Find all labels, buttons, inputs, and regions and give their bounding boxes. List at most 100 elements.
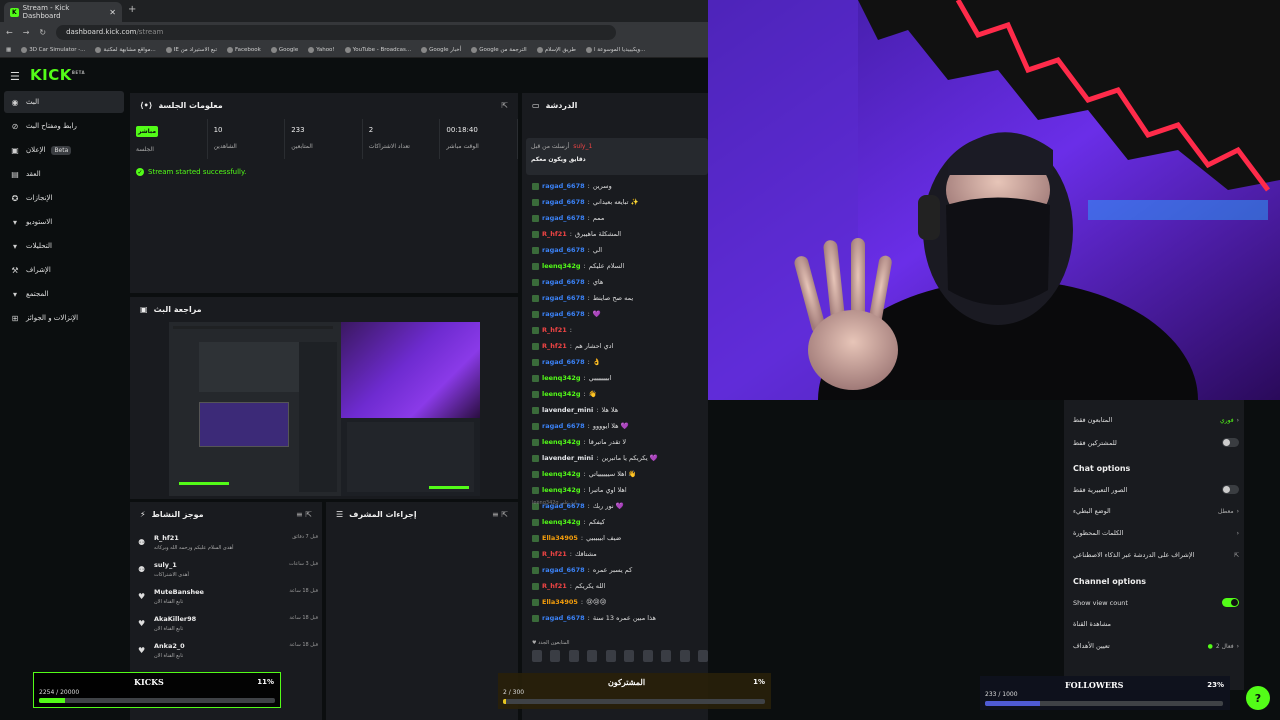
sidebar-item[interactable]: ✪ الإنجازات: [4, 187, 124, 209]
follower-avatar[interactable]: [679, 650, 690, 662]
chat-username[interactable]: lavender_mini: [542, 454, 593, 462]
url-input[interactable]: dashboard.kick.com/stream: [56, 24, 617, 40]
activity-item[interactable]: ♥ MuteBanshee تابع القناة الان قبل 18 ساعة: [138, 588, 318, 605]
moderator-filter-icon[interactable]: ≡ ⇱: [492, 510, 508, 519]
bookmark-item[interactable]: Google أخبار: [421, 46, 461, 53]
forward-icon[interactable]: →: [23, 28, 30, 37]
follower-avatar[interactable]: [605, 650, 616, 662]
follower-avatar[interactable]: [697, 650, 708, 662]
filter-icon[interactable]: ≡ ⇱: [296, 510, 312, 519]
chat-username[interactable]: ragad_6678: [542, 566, 585, 574]
chat-username[interactable]: ragad_6678: [542, 422, 585, 430]
chat-message[interactable]: ragad_6678: وسرين: [532, 182, 612, 190]
bookmark-item[interactable]: طريق الإسلام: [536, 46, 576, 53]
close-tab-icon[interactable]: ✕: [109, 8, 116, 17]
sidebar-item[interactable]: ⊞ الإنزالات و الجوائز: [4, 307, 124, 329]
bookmark-item[interactable]: IE تبع الاستيراد من: [165, 46, 217, 53]
follower-avatar[interactable]: [568, 650, 579, 662]
chat-username[interactable]: leenq342g: [542, 438, 581, 446]
chat-message[interactable]: ragad_6678: الي: [532, 246, 602, 254]
chat-username[interactable]: ragad_6678: [542, 358, 585, 366]
chat-username[interactable]: R_hf21: [542, 230, 567, 238]
chat-message[interactable]: R_hf21:: [532, 326, 575, 334]
follower-avatar[interactable]: [624, 650, 635, 662]
chat-message[interactable]: leenq342g: لا تقدر ماتبرقا: [532, 438, 626, 446]
chat-message[interactable]: lavender_mini: يكريكم يا ماتبرين 💜: [532, 454, 658, 462]
sidebar-item[interactable]: ▤ العقد: [4, 163, 124, 185]
chat-username[interactable]: Ella34905: [542, 598, 578, 606]
stream-preview-video[interactable]: [169, 322, 480, 496]
chat-message[interactable]: ragad_6678: 👌: [532, 358, 601, 366]
chat-message[interactable]: ragad_6678: تبايعه بعيداني ✨: [532, 198, 639, 206]
bookmark-item[interactable]: 3D Car Simulator -...: [21, 46, 85, 53]
chat-message[interactable]: leenq342g: ابيييييييي: [532, 374, 612, 382]
new-tab-icon[interactable]: +: [128, 4, 136, 15]
chat-username[interactable]: ragad_6678: [542, 246, 585, 254]
chat-username[interactable]: ragad_6678: [542, 278, 585, 286]
chat-message[interactable]: ragad_6678: هاي: [532, 278, 603, 286]
chat-message[interactable]: leenq342g: اهلا سيييييياتي 👋: [532, 470, 637, 478]
chat-username[interactable]: leenq342g: [542, 518, 581, 526]
subscribers-only-toggle[interactable]: [1222, 438, 1239, 447]
back-icon[interactable]: ←: [6, 28, 13, 37]
chat-username[interactable]: ragad_6678: [542, 198, 585, 206]
activity-item[interactable]: ♥ AkaKiller98 تابع القناة الان قبل 18 ساعة: [138, 615, 318, 632]
chat-message[interactable]: lavender_mini: هلا هلا: [532, 406, 618, 414]
chat-message[interactable]: R_hf21: ادي احشار هم: [532, 342, 613, 350]
chat-message[interactable]: ragad_6678: ممم: [532, 214, 604, 222]
kick-logo[interactable]: KICKBETA: [30, 66, 85, 84]
show-view-count-toggle[interactable]: [1222, 598, 1239, 607]
goals-option[interactable]: تعيين الأهداف ● فعال 2 ›: [1073, 642, 1239, 650]
chat-message[interactable]: leenq342g: السلام عليكم: [532, 262, 624, 270]
help-chat-icon[interactable]: ?: [1246, 686, 1270, 710]
activity-item[interactable]: ⚉ suly_1 أهدى الاشتراكات قبل 3 ساعات: [138, 561, 318, 578]
follower-avatar[interactable]: [642, 650, 653, 662]
chat-username[interactable]: ragad_6678: [542, 214, 585, 222]
popout-icon[interactable]: ⇱: [501, 101, 508, 110]
follower-avatar[interactable]: [587, 650, 598, 662]
chat-message[interactable]: R_hf21: الله يكريكم: [532, 582, 605, 590]
chat-username[interactable]: leenq342g: [542, 470, 581, 478]
activity-item[interactable]: ⚉ R_hf21 أهدى السلام عليكم ورحمه الله وبرك…: [138, 534, 318, 551]
chat-message[interactable]: ragad_6678: كم يسبر عمره: [532, 566, 632, 574]
chat-username[interactable]: R_hf21: [542, 582, 567, 590]
chat-message[interactable]: R_hf21: مشتاقك: [532, 550, 597, 558]
chat-message[interactable]: Ella34905: ضيف ابيبيبيي: [532, 534, 621, 542]
chat-username[interactable]: ragad_6678: [542, 294, 585, 302]
apps-icon[interactable]: ▦: [6, 47, 11, 53]
sidebar-item[interactable]: ⊘ رابط ومفتاح البث: [4, 115, 124, 137]
chat-message[interactable]: R_hf21: المشكلة ماهيبرق: [532, 230, 621, 238]
activity-item[interactable]: ♥ Anka2_0 تابع القناة الان قبل 18 ساعة: [138, 642, 318, 659]
follower-avatar[interactable]: [661, 650, 672, 662]
ai-moderation-option[interactable]: الإشراف على الدردشة عبر الذكاء الاصطناعي…: [1073, 551, 1239, 559]
chat-message[interactable]: leenq342g: 👋: [532, 390, 597, 398]
emotes-only-toggle[interactable]: [1222, 485, 1239, 494]
bookmark-item[interactable]: Yahoo!: [308, 46, 335, 53]
sidebar-item[interactable]: ▾ المجتمع: [4, 283, 124, 305]
bookmark-item[interactable]: YouTube - Broadcas...: [344, 46, 411, 53]
chat-username[interactable]: leenq342g: [542, 486, 581, 494]
chat-username[interactable]: Ella34905: [542, 534, 578, 542]
bookmark-item[interactable]: Google: [270, 46, 298, 53]
chat-message[interactable]: leenq342g: اهلا اوي ماتبرا: [532, 486, 627, 494]
chat-username[interactable]: ragad_6678: [542, 310, 585, 318]
chat-username[interactable]: lavender_mini: [542, 406, 593, 414]
follower-avatar[interactable]: [550, 650, 561, 662]
chat-username[interactable]: ragad_6678: [542, 614, 585, 622]
chat-username[interactable]: R_hf21: [542, 326, 567, 334]
chat-username[interactable]: leenq342g: [542, 374, 581, 382]
bookmark-item[interactable]: Google الترجمة من: [471, 46, 527, 53]
chat-message[interactable]: Ella34905: 😢😢😢: [532, 598, 606, 606]
chat-username[interactable]: R_hf21: [542, 550, 567, 558]
bookmark-item[interactable]: Facebook: [226, 46, 261, 53]
blocked-words-option[interactable]: الكلمات المحظورة ›: [1073, 529, 1239, 537]
share-channel-option[interactable]: مشاهدة القناة: [1073, 620, 1239, 628]
follower-avatar[interactable]: [532, 650, 542, 662]
sidebar-item[interactable]: ⚒ الإشراف: [4, 259, 124, 281]
pinned-message[interactable]: أرسلت من قبل suly_1 دقايق ويكون معكم: [526, 138, 708, 175]
sidebar-item[interactable]: ▾ التحليلات: [4, 235, 124, 257]
chat-message[interactable]: ragad_6678: 💜: [532, 310, 601, 318]
chat-message[interactable]: ragad_6678: يمه صح صاينط: [532, 294, 633, 302]
menu-icon[interactable]: ☰: [10, 70, 20, 83]
slow-mode-option[interactable]: الوضع البطيء معطل ›: [1073, 507, 1239, 515]
